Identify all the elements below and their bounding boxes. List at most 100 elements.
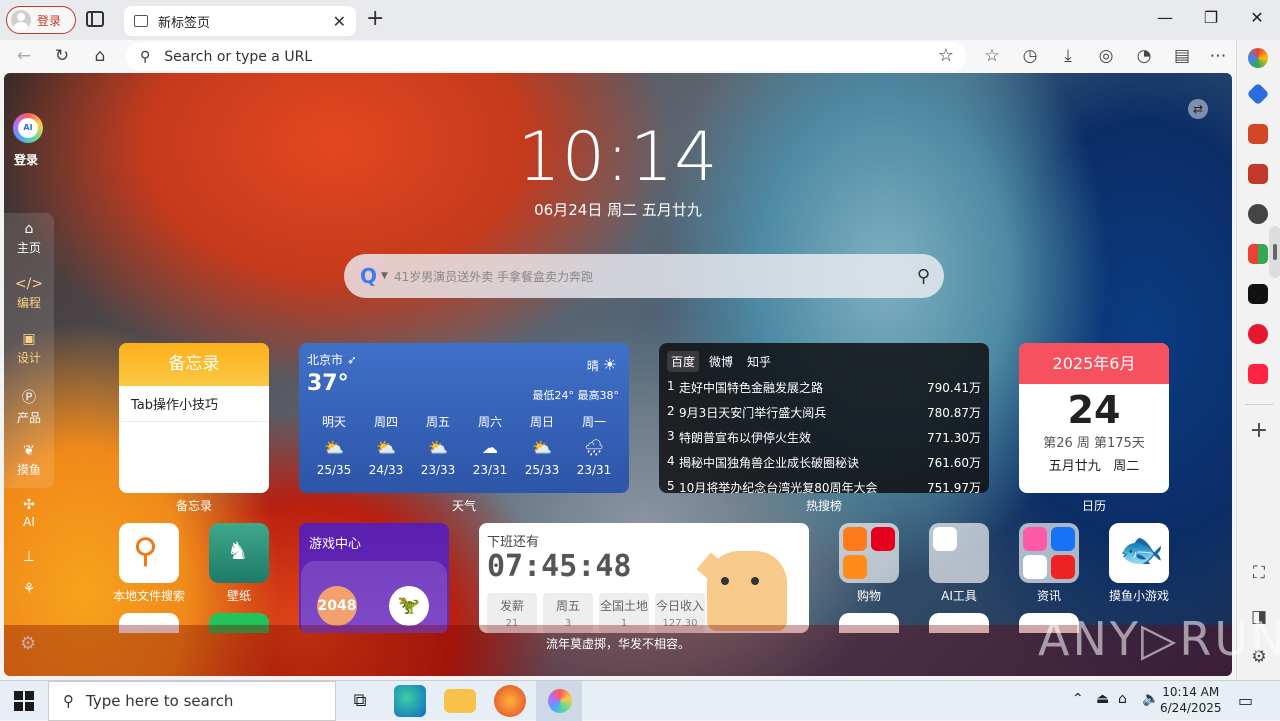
minimize-button[interactable]: — <box>1150 8 1180 27</box>
game-2048[interactable]: 2048 <box>317 586 357 626</box>
chevron-down-icon[interactable]: ▼ <box>381 271 388 281</box>
search-icon: ⚲ <box>140 48 151 65</box>
xiaohongshu-icon[interactable] <box>1248 364 1268 384</box>
nav-moyu[interactable]: ❦ 摸鱼 <box>4 443 54 478</box>
news-folder[interactable] <box>1019 523 1079 583</box>
weather-label: 天气 <box>451 499 476 513</box>
maximize-button[interactable]: ❐ <box>1196 8 1226 27</box>
calendar-widget[interactable]: 2025年6月 24 第26 周 第175天 五月廿九 周二 <box>1019 343 1169 493</box>
tab-actions-icon[interactable] <box>86 11 104 27</box>
hot-title: 9月3日天安门举行盛大阅兵 <box>679 406 827 420</box>
tab-new-tab[interactable]: 新标签页 ✕ <box>124 6 356 36</box>
hot-search-widget[interactable]: 百度 微博 知乎 1 走好中国特色金融发展之路 790.41万 2 9月3日天安门举行… <box>659 343 989 493</box>
wallpaper-app[interactable]: ♞ <box>209 523 269 583</box>
address-bar[interactable]: ⚲ Search or type a URL ☆ <box>126 42 966 71</box>
memo-item[interactable]: Tab操作小技巧 <box>119 386 269 422</box>
hot-row[interactable]: 2 9月3日天安门举行盛大阅兵 780.87万 <box>667 404 981 421</box>
copilot-icon[interactable] <box>1248 48 1268 68</box>
weather-widget[interactable]: 北京市 ➶ 37° 晴 ☀ 最低24° 最高38° 明天 ⛅ 25/35 周四 ⛅ 24… <box>299 343 629 493</box>
forecast-day: 明天 ⛅ 25/35 <box>309 413 359 477</box>
nav-extra-1[interactable]: ⊥ <box>4 549 54 567</box>
hot-row[interactable]: 4 揭秘中国独角兽企业成长破圈秘诀 761.60万 <box>667 454 981 471</box>
clock-date: 6/24/2025 <box>1160 701 1222 715</box>
wallpaper-label: 壁纸 <box>226 589 251 603</box>
nav-ai[interactable]: ✣ AI <box>4 497 54 529</box>
favorite-star-icon[interactable]: ☆ <box>938 45 954 66</box>
weather-icon: 🌧 <box>583 438 605 457</box>
nav-design[interactable]: ▣ 设计 <box>4 331 54 366</box>
title-bar: 登录 新标签页 ✕ + — ❐ ✕ <box>0 0 1280 40</box>
active-app-slot[interactable] <box>536 681 582 721</box>
downloads-icon[interactable]: ⤓ <box>1056 45 1080 67</box>
swap-wallpaper-icon[interactable]: ⇄ <box>1188 99 1208 119</box>
refresh-icon[interactable]: ↻ <box>50 45 74 67</box>
weather-icon: ⛅ <box>532 438 552 457</box>
tiktok-icon[interactable] <box>1248 284 1268 304</box>
taskbar-clock[interactable]: 10:14 AM 6/24/2025 <box>1160 684 1222 716</box>
windows-start-icon[interactable] <box>14 691 34 711</box>
fish-game-app[interactable]: 🐟 <box>1109 523 1169 583</box>
chevron-up-icon[interactable]: ⌃ <box>1072 691 1084 707</box>
tools-icon[interactable] <box>1248 164 1268 184</box>
offwork-countdown-widget[interactable]: 下班还有 07:45:48 发薪 21 周五 3 全国土地 1 今日收入 127.30 <box>479 523 809 633</box>
nav-label: 摸鱼 <box>16 463 41 477</box>
games-icon[interactable] <box>1248 204 1268 224</box>
history-icon[interactable]: ◷ <box>1018 45 1042 67</box>
sidebar-scrollbar[interactable] <box>1269 226 1280 278</box>
memo-widget[interactable]: 备忘录 Tab操作小技巧 <box>119 343 269 493</box>
tao-icon <box>843 555 867 579</box>
shopping-folder[interactable] <box>839 523 899 583</box>
weather-condition: 晴 ☀ <box>587 355 617 374</box>
task-view-icon[interactable]: ⧉ <box>344 685 376 717</box>
back-icon[interactable]: ← <box>12 45 36 67</box>
nav-coding[interactable]: </> 编程 <box>4 276 54 311</box>
browser-toolbar: ← ↻ ⌂ ⚲ Search or type a URL ☆ ☆ ◷ ⤓ ◎ ◔… <box>0 40 1236 73</box>
weibo-icon[interactable] <box>1248 324 1268 344</box>
volume-icon[interactable]: 🔈 <box>1142 691 1159 707</box>
file-explorer-icon[interactable] <box>444 689 476 713</box>
tab-baidu[interactable]: 百度 <box>667 351 700 372</box>
file-search-app[interactable]: ⚲ <box>119 523 179 583</box>
taskbar-search[interactable]: ⚲ Type here to search <box>48 681 336 721</box>
nav-product[interactable]: Ⓟ 产品 <box>4 387 54 426</box>
hot-row[interactable]: 5 10月将举办纪念台湾光复80周年大会 751.97万 <box>667 479 981 493</box>
usb-icon[interactable]: ⏏ <box>1096 691 1109 707</box>
game-center-widget[interactable]: 游戏中心 2048 🦖 <box>299 523 449 633</box>
hot-row[interactable]: 1 走好中国特色金融发展之路 790.41万 <box>667 379 981 396</box>
more-icon[interactable]: ⋯ <box>1206 45 1230 67</box>
briefcase-icon[interactable]: ▤ <box>1170 45 1194 67</box>
screenshot-icon[interactable]: ◎ <box>1094 45 1118 67</box>
office-icon[interactable] <box>1248 124 1268 144</box>
search-engine-icon[interactable]: Q <box>360 264 377 288</box>
hot-label: 热搜榜 <box>805 499 842 513</box>
taskbar-search-placeholder: Type here to search <box>86 692 234 710</box>
profile-button[interactable]: 登录 <box>6 6 76 34</box>
tmall-icon <box>871 527 895 551</box>
screen-capture-icon[interactable]: ⛶ <box>1247 562 1271 584</box>
performance-icon[interactable]: ◔ <box>1132 45 1156 67</box>
firefox-icon[interactable] <box>494 685 526 717</box>
hot-row[interactable]: 3 特朗普宣布以伊停火生效 771.30万 <box>667 429 981 446</box>
cell-label: 全国土地 <box>599 599 648 613</box>
tab-close-icon[interactable]: ✕ <box>333 12 346 31</box>
new-tab-page: 登录 ⇄ ⌂主页 </>编程 ▣设计 Ⓟ产品 ❦摸鱼 ✣AI ⊥ ⚘ ⚙ 10:… <box>4 73 1232 676</box>
search-box[interactable]: Q ▼ 41岁男演员送外卖 手拿餐盒卖力奔跑 ⚲ <box>344 254 944 298</box>
tab-zhihu[interactable]: 知乎 <box>743 351 775 372</box>
code-nav-icon: </> <box>14 276 44 292</box>
favorites-icon[interactable]: ☆ <box>980 45 1004 67</box>
search-submit-icon[interactable]: ⚲ <box>917 266 930 287</box>
ai-tools-folder[interactable] <box>929 523 989 583</box>
nav-extra-2[interactable]: ⚘ <box>4 581 54 599</box>
add-icon[interactable]: + <box>1247 420 1271 442</box>
nav-home[interactable]: ⌂ 主页 <box>4 221 54 256</box>
tab-weibo[interactable]: 微博 <box>705 351 737 372</box>
network-icon[interactable]: ⌂ <box>1118 691 1127 707</box>
dino-game-icon[interactable]: 🦖 <box>389 586 429 626</box>
home-icon[interactable]: ⌂ <box>88 45 112 67</box>
tag-icon[interactable] <box>1246 82 1270 106</box>
close-window-button[interactable]: ✕ <box>1242 8 1272 27</box>
edge-icon[interactable] <box>394 685 426 717</box>
apps-icon[interactable] <box>1248 244 1268 264</box>
new-tab-button[interactable]: + <box>366 8 384 30</box>
notifications-icon[interactable]: ▭ <box>1238 691 1253 710</box>
